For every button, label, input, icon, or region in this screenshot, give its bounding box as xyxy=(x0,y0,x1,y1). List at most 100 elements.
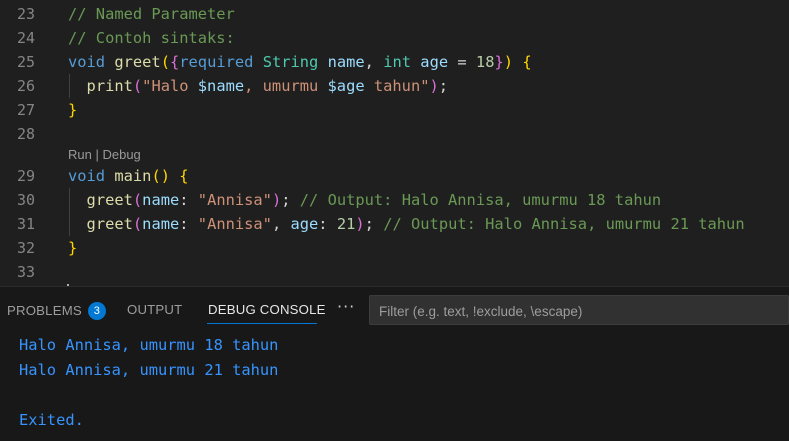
code-token: , xyxy=(364,53,384,71)
line-number: 31 xyxy=(16,215,35,233)
code-text: // Named Parameter xyxy=(68,2,235,26)
code-text: // Contoh sintaks: xyxy=(68,26,235,50)
code-token: ( xyxy=(132,191,143,209)
code-token: : xyxy=(318,215,337,233)
active-tab-indicator xyxy=(207,323,317,324)
codelens-debug[interactable]: Debug xyxy=(102,147,140,162)
code-token: age xyxy=(420,53,449,71)
panel-tabbar: PROBLEMS 3 OUTPUT DEBUG CONSOLE ··· xyxy=(0,287,789,336)
code-line[interactable]: 33 xyxy=(0,260,789,284)
code-token: age xyxy=(290,215,319,233)
code-token: ) xyxy=(271,191,282,209)
code-token: $age xyxy=(327,77,365,95)
code-token: : xyxy=(179,191,198,209)
code-token: $name xyxy=(197,77,245,95)
code-token: name xyxy=(142,191,180,209)
tab-output[interactable]: OUTPUT xyxy=(127,302,182,317)
code-line[interactable]: 27} xyxy=(0,98,789,122)
code-token: name xyxy=(327,53,365,71)
codelens-separator: | xyxy=(91,147,103,162)
code-line[interactable]: 26 print("Halo $name, umurmu $age tahun"… xyxy=(0,74,789,98)
line-number: 33 xyxy=(16,263,35,281)
code-editor[interactable]: 23 // Named Parameter 24 // Contoh sintaks:… xyxy=(0,0,789,287)
tab-output-label: OUTPUT xyxy=(127,302,183,317)
tab-problems[interactable]: PROBLEMS 3 xyxy=(7,302,106,320)
code-token: // Named Parameter xyxy=(68,5,235,23)
code-token: 18 xyxy=(475,53,495,71)
code-token: String xyxy=(262,53,319,71)
code-line[interactable]: 28 xyxy=(0,122,789,146)
code-token: } xyxy=(494,53,504,71)
bottom-panel: PROBLEMS 3 OUTPUT DEBUG CONSOLE ··· Halo … xyxy=(0,286,789,441)
tab-problems-label: PROBLEMS xyxy=(7,303,82,318)
code-token: } xyxy=(68,239,78,257)
code-text: } xyxy=(68,98,77,122)
code-token: // Output: Halo Annisa, umurmu 21 tahun xyxy=(383,215,745,233)
line-number: 32 xyxy=(16,239,35,257)
code-token: main xyxy=(114,167,152,185)
line-number: 24 xyxy=(16,29,35,47)
tab-debug-console[interactable]: DEBUG CONSOLE xyxy=(208,302,326,317)
line-number: 27 xyxy=(16,101,35,119)
code-token: ( xyxy=(160,53,170,71)
code-token: { xyxy=(522,53,532,71)
code-token: ) xyxy=(429,77,439,95)
code-line[interactable]: 30 greet(name: "Annisa"); // Output: Hal… xyxy=(0,188,789,212)
code-token: = xyxy=(448,53,476,71)
console-output-line: Halo Annisa, umurmu 18 tahun xyxy=(19,336,279,354)
codelens: Run | Debug xyxy=(68,145,141,165)
line-number: 25 xyxy=(16,53,35,71)
code-token: 21 xyxy=(336,215,356,233)
line-number: 23 xyxy=(16,5,35,23)
code-token: ( xyxy=(132,215,143,233)
code-token: } xyxy=(68,101,78,119)
code-token: ; xyxy=(438,77,449,95)
code-token: ) xyxy=(355,215,365,233)
code-token: : xyxy=(179,215,198,233)
code-token: void xyxy=(68,167,106,185)
code-text: greet(name: "Annisa", age: 21); // Outpu… xyxy=(68,212,745,236)
code-token: "Annisa" xyxy=(197,191,272,209)
code-token: { xyxy=(169,53,180,71)
code-token: ; xyxy=(364,215,384,233)
code-text: greet(name: "Annisa"); // Output: Halo A… xyxy=(68,188,662,212)
filter-input[interactable] xyxy=(377,296,781,326)
code-token: greet xyxy=(86,215,133,233)
code-token: , umurmu xyxy=(244,77,328,95)
line-number: 28 xyxy=(16,125,35,143)
code-text: } xyxy=(68,236,77,260)
code-token: print xyxy=(86,77,133,95)
code-token: int xyxy=(383,53,412,71)
code-line[interactable]: 31 greet(name: "Annisa", age: 21); // Ou… xyxy=(0,212,789,236)
code-token: "Halo xyxy=(142,77,198,95)
ellipsis-icon[interactable]: ··· xyxy=(337,297,355,316)
line-number: 26 xyxy=(16,77,35,95)
filter-box[interactable] xyxy=(369,295,789,326)
codelens-run[interactable]: Run xyxy=(68,147,92,162)
code-token: , xyxy=(271,215,291,233)
problems-count-badge: 3 xyxy=(87,302,106,320)
line-number: 30 xyxy=(16,191,35,209)
code-text: void greet({required String name, int ag… xyxy=(68,50,532,74)
code-token: ( xyxy=(132,77,143,95)
code-line[interactable]: 32} xyxy=(0,236,789,260)
code-token: required xyxy=(179,53,254,71)
console-output-line: Exited. xyxy=(19,411,84,429)
code-text: print("Halo $name, umurmu $age tahun"); xyxy=(68,74,449,98)
code-text: void main() { xyxy=(68,164,189,188)
code-token: { xyxy=(179,167,189,185)
code-line[interactable]: 29 void main() { xyxy=(0,164,789,188)
code-line[interactable]: 24 // Contoh sintaks: xyxy=(0,26,789,50)
code-line[interactable]: 23 // Named Parameter xyxy=(0,2,789,26)
code-line[interactable]: 25 void greet({required String name, int … xyxy=(0,50,789,74)
code-token: ; xyxy=(281,191,300,209)
